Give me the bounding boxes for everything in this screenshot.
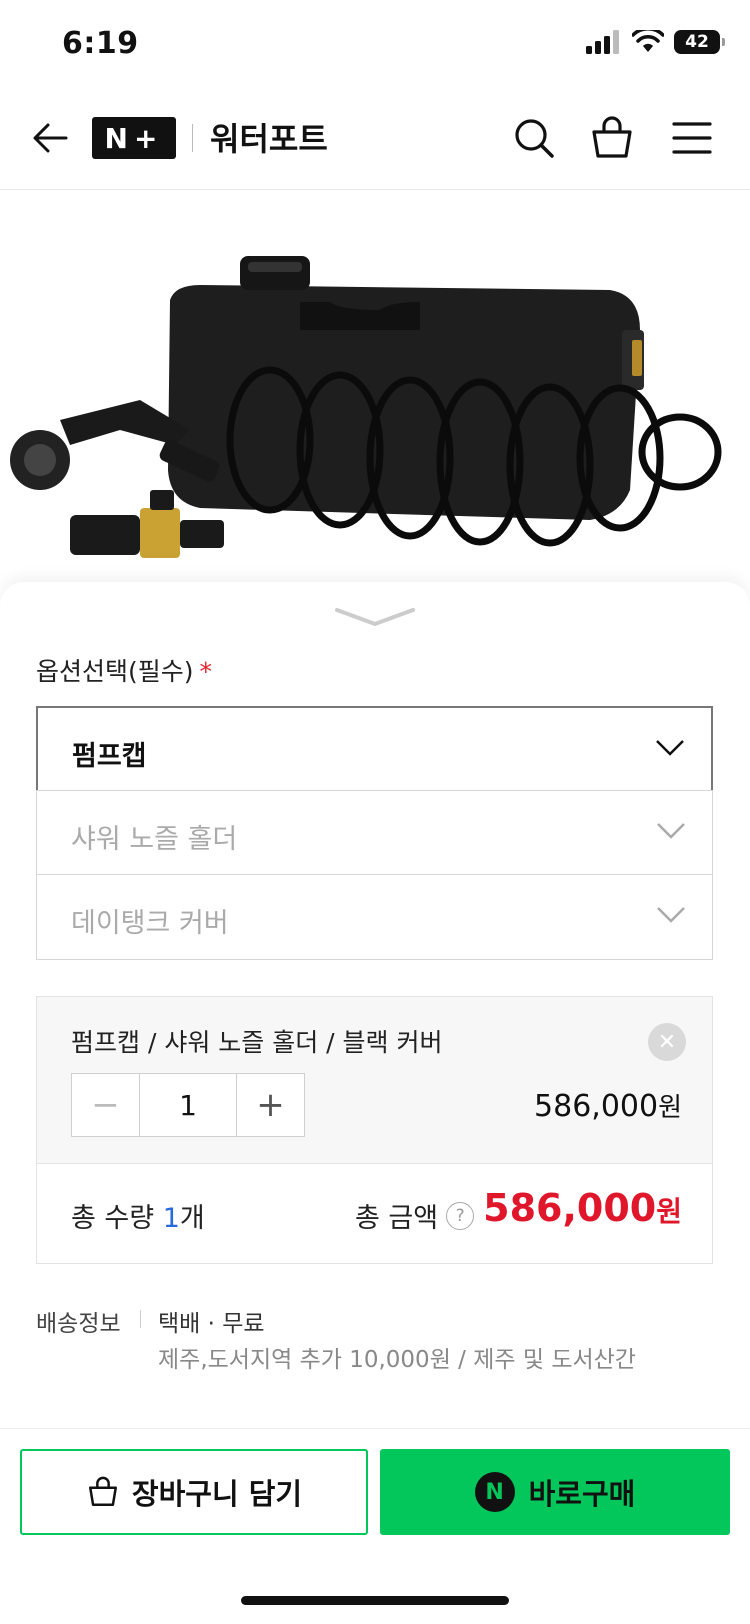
quantity-minus-button[interactable]: − — [72, 1074, 140, 1136]
order-total: 총 수량 1개 총 금액 ? 586,000원 — [36, 1164, 713, 1264]
chevron-down-icon — [657, 907, 685, 923]
option-label-text: 옵션선택(필수) — [36, 657, 194, 686]
menu-icon[interactable] — [668, 114, 716, 162]
quantity-value[interactable]: 1 — [140, 1074, 236, 1136]
buy-now-button[interactable]: N 바로구매 — [380, 1449, 730, 1535]
quantity-stepper: − 1 + — [71, 1073, 305, 1137]
status-icons: 42 — [586, 30, 725, 54]
signal-icon — [586, 30, 619, 54]
total-quantity: 총 수량 1개 — [71, 1196, 205, 1235]
brand-logo[interactable]: N+ — [92, 117, 176, 159]
store-title[interactable]: 워터포트 — [210, 114, 328, 160]
option-select-3[interactable]: 데이탱크 커버 — [36, 874, 713, 960]
shipping-method: 택배 · 무료 — [158, 1311, 265, 1337]
remove-option-close-icon[interactable]: ✕ — [648, 1023, 686, 1061]
wifi-icon — [632, 30, 664, 52]
required-mark: * — [199, 657, 213, 686]
chevron-down-icon — [656, 740, 684, 756]
option-select-2-value: 샤워 노즐 홀더 — [71, 824, 238, 855]
option-select-1[interactable]: 펌프캡 — [36, 706, 713, 792]
total-quantity-unit: 개 — [179, 1203, 205, 1234]
chevron-down-icon — [657, 823, 685, 839]
naver-pay-icon: N — [474, 1472, 515, 1512]
battery-icon: 42 — [674, 30, 725, 54]
total-amount: 586,000원 — [483, 1186, 682, 1230]
quantity-plus-button[interactable]: + — [236, 1074, 304, 1136]
home-indicator — [241, 1596, 509, 1605]
total-amount-currency: 원 — [656, 1195, 682, 1228]
option-sheet: 옵션선택(필수) * 펌프캡 샤워 노즐 홀더 데이탱크 커버 펌프캡 / 샤워 … — [0, 582, 750, 1432]
total-quantity-label: 총 수량 — [71, 1203, 155, 1234]
shipping-label: 배송정보 — [36, 1311, 121, 1337]
option-select-1-value: 펌프캡 — [72, 741, 147, 772]
option-select-2[interactable]: 샤워 노즐 홀더 — [36, 790, 713, 876]
status-time: 6:19 — [62, 26, 139, 61]
selected-option-name: 펌프캡 / 샤워 노즐 홀더 / 블랙 커버 — [71, 1028, 443, 1057]
header-divider — [192, 124, 193, 152]
help-icon[interactable]: ? — [446, 1201, 475, 1230]
total-amount-value: 586,000 — [483, 1186, 657, 1230]
product-illustration — [10, 256, 722, 558]
search-icon[interactable] — [510, 114, 558, 162]
collapse-chevron-icon[interactable] — [333, 604, 417, 630]
shipping-divider — [140, 1310, 141, 1328]
product-image — [0, 190, 750, 590]
option-select-3-value: 데이탱크 커버 — [71, 908, 229, 939]
add-to-cart-label: 장바구니 담기 — [131, 1477, 303, 1511]
item-price-value: 586,000 — [534, 1089, 659, 1124]
total-amount-label-text: 총 금액 — [355, 1203, 439, 1234]
total-quantity-value: 1 — [162, 1203, 180, 1234]
option-section-label: 옵션선택(필수) * — [36, 652, 212, 688]
back-arrow-icon[interactable] — [28, 116, 72, 160]
shopping-bag-icon[interactable] — [588, 114, 636, 162]
total-amount-label: 총 금액 ? — [355, 1196, 475, 1235]
add-to-cart-button[interactable]: 장바구니 담기 — [20, 1449, 368, 1535]
buy-now-label: 바로구매 — [528, 1477, 636, 1511]
app-header: N+ 워터포트 — [0, 94, 750, 190]
item-price: 586,000원 — [534, 1087, 682, 1124]
shipping-note: 제주,도서지역 추가 10,000원 / 제주 및 도서산간 — [158, 1347, 636, 1373]
selected-option-item: 펌프캡 / 샤워 노즐 홀더 / 블랙 커버 ✕ − 1 + 586,000원 — [36, 996, 713, 1164]
bottom-action-bar: 장바구니 담기 N 바로구매 — [0, 1428, 750, 1624]
status-bar: 6:19 42 — [0, 0, 750, 94]
shopping-bag-icon — [88, 1476, 117, 1506]
item-price-currency: 원 — [658, 1093, 682, 1123]
